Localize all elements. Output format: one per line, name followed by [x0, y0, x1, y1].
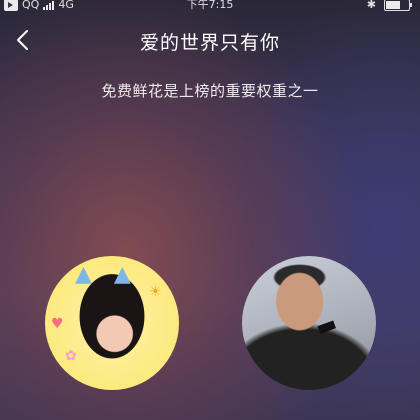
status-right: ✱: [366, 0, 412, 12]
status-time: 下午7:15: [186, 0, 234, 11]
battery-icon: [384, 0, 412, 11]
sun-sticker-icon: ☀: [149, 284, 162, 300]
nav-bar: 爱的世界只有你: [0, 24, 420, 56]
flower-sticker-icon: ✿: [65, 348, 77, 364]
bluetooth-icon: ✱: [366, 0, 376, 11]
page-title: 爱的世界只有你: [139, 32, 280, 54]
status-bar: QQ 4G 下午7:15 ✱: [0, 0, 420, 14]
subtitle-text: 免费鲜花是上榜的重要权重之一: [101, 82, 319, 100]
microphone-icon: ▬: [312, 311, 341, 342]
cat-ears-icon: ▲ ▲: [75, 262, 131, 287]
avatar-female[interactable]: ☀ ♥ ✿ ▲ ▲: [45, 256, 179, 390]
avatar-male[interactable]: ▬: [242, 256, 376, 390]
heart-sticker-icon: ♥: [51, 316, 64, 332]
